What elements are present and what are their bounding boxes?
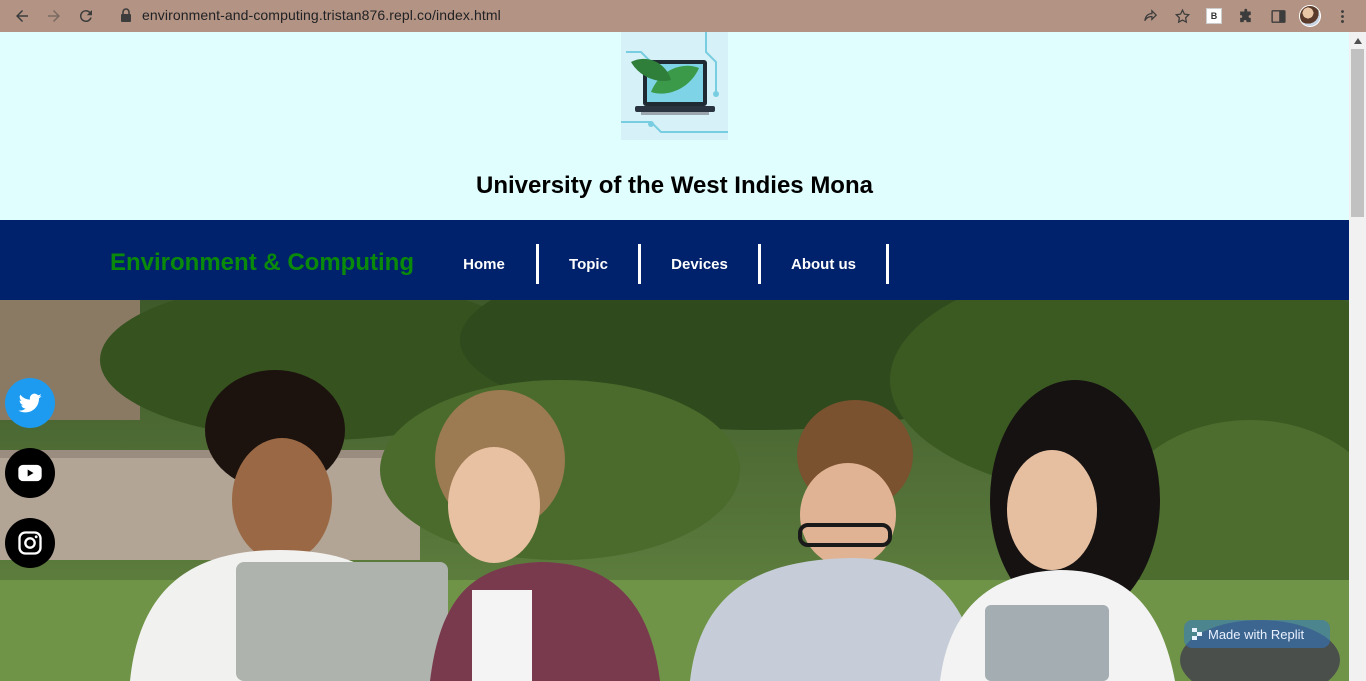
nav-item-topic[interactable]: Topic: [539, 244, 641, 284]
share-button[interactable]: [1134, 0, 1166, 32]
arrow-right-icon: [48, 10, 60, 22]
url-text: environment-and-computing.tristan876.rep…: [142, 7, 501, 23]
lock-icon: [121, 8, 131, 22]
side-panel-icon: [1270, 9, 1286, 23]
back-button[interactable]: [6, 0, 38, 32]
profile-button[interactable]: [1294, 0, 1326, 32]
nav-item-about-us[interactable]: About us: [761, 244, 889, 284]
side-panel-button[interactable]: [1262, 0, 1294, 32]
extension-b-icon: B: [1206, 8, 1222, 24]
more-vertical-icon: [1340, 9, 1344, 23]
replit-logo-icon: [1192, 628, 1202, 640]
toolbar-actions: B: [1134, 0, 1358, 32]
badge-label: Made with Replit: [1208, 626, 1305, 642]
hero-image: [0, 300, 1349, 681]
youtube-icon: [18, 464, 42, 482]
page: University of the West Indies Mona Envir…: [0, 32, 1349, 681]
site-logo: [621, 32, 728, 140]
brand-name[interactable]: Environment & Computing: [110, 249, 414, 277]
extension-b-button[interactable]: B: [1198, 0, 1230, 32]
site-header: University of the West Indies Mona: [0, 32, 1349, 220]
students-photo: [0, 300, 1349, 681]
instagram-icon: [18, 531, 42, 555]
instagram-link[interactable]: [5, 518, 55, 568]
triangle-up-icon: [1353, 37, 1362, 44]
nav-menu: Home Topic Devices About us: [432, 244, 889, 284]
youtube-link[interactable]: [5, 448, 55, 498]
nav-item-home[interactable]: Home: [432, 244, 539, 284]
main-navbar: Environment & Computing Home Topic Devic…: [0, 220, 1349, 300]
page-viewport: University of the West Indies Mona Envir…: [0, 32, 1366, 681]
scroll-thumb[interactable]: [1351, 49, 1364, 217]
bookmark-button[interactable]: [1166, 0, 1198, 32]
puzzle-icon: [1239, 8, 1251, 22]
vertical-scrollbar[interactable]: [1349, 32, 1366, 681]
made-with-replit-badge[interactable]: Made with Replit: [1184, 620, 1330, 648]
twitter-icon: [18, 393, 42, 413]
laptop-leaf-logo-icon: [621, 32, 728, 140]
twitter-link[interactable]: [5, 378, 55, 428]
scroll-up-button[interactable]: [1349, 32, 1366, 49]
reload-icon: [79, 10, 92, 23]
arrow-left-icon: [16, 10, 28, 22]
forward-button[interactable]: [38, 0, 70, 32]
browser-toolbar: environment-and-computing.tristan876.rep…: [0, 0, 1366, 32]
extensions-button[interactable]: [1230, 0, 1262, 32]
address-bar[interactable]: environment-and-computing.tristan876.rep…: [108, 2, 1196, 28]
reload-button[interactable]: [70, 0, 102, 32]
menu-button[interactable]: [1326, 0, 1358, 32]
site-title: University of the West Indies Mona: [476, 172, 873, 199]
share-icon: [1143, 8, 1157, 21]
nav-item-devices[interactable]: Devices: [641, 244, 761, 284]
avatar: [1299, 5, 1321, 27]
star-icon: [1174, 8, 1190, 23]
